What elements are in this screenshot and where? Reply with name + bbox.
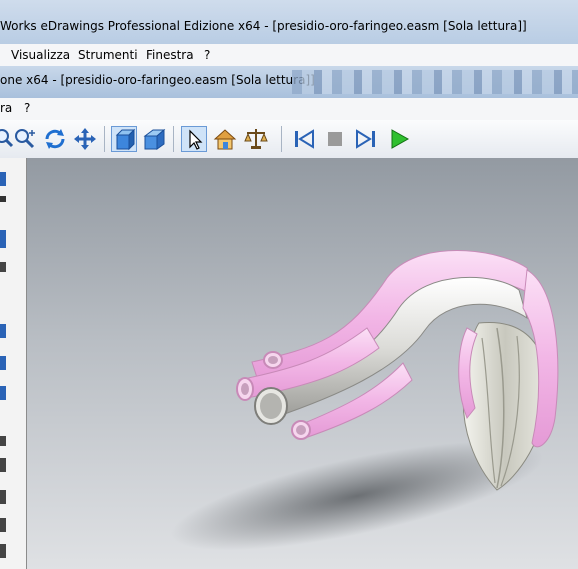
left-tool-panel <box>0 158 27 569</box>
model-viewport[interactable] <box>27 158 578 569</box>
panel-icon[interactable] <box>0 518 6 532</box>
window-title: Works eDrawings Professional Edizione x6… <box>0 19 527 33</box>
first-frame-icon[interactable] <box>291 126 317 152</box>
panel-icon[interactable] <box>0 262 6 272</box>
panel-icon[interactable] <box>0 230 6 248</box>
main-menu-bar: Visualizza Strumenti Finestra ? <box>0 44 578 67</box>
panel-icon[interactable] <box>0 436 6 446</box>
measure-icon[interactable] <box>243 126 269 152</box>
toolbar-separator <box>104 126 105 152</box>
document-title-bar: one x64 - [presidio-oro-faringeo.easm [S… <box>0 66 578 98</box>
window-title-bar: Works eDrawings Professional Edizione x6… <box>0 0 578 44</box>
menu-help[interactable]: ? <box>204 48 210 62</box>
menu-finestra[interactable]: Finestra <box>146 48 194 62</box>
blurred-toolbar-strip <box>292 70 578 94</box>
panel-icon[interactable] <box>0 172 6 186</box>
menu-visualizza[interactable]: Visualizza <box>11 48 70 62</box>
menu-doc-help[interactable]: ? <box>24 101 30 115</box>
panel-icon[interactable] <box>0 324 6 338</box>
panel-icon[interactable] <box>0 458 6 472</box>
3d-model[interactable] <box>27 158 578 569</box>
document-menu-bar: ra ? <box>0 98 578 121</box>
panel-icon[interactable] <box>0 356 6 370</box>
menu-strumenti[interactable]: Strumenti <box>78 48 138 62</box>
panel-icon[interactable] <box>0 490 6 504</box>
perspective-icon[interactable] <box>141 126 167 152</box>
panel-icon[interactable] <box>0 386 6 400</box>
home-view-icon[interactable] <box>212 126 238 152</box>
document-title: one x64 - [presidio-oro-faringeo.easm [S… <box>0 73 315 87</box>
shaded-view-icon[interactable] <box>111 126 137 152</box>
pan-icon[interactable] <box>72 126 98 152</box>
last-frame-icon[interactable] <box>353 126 379 152</box>
toolbar-separator <box>173 126 174 152</box>
stop-icon[interactable] <box>322 126 348 152</box>
menu-ra[interactable]: ra <box>0 101 12 115</box>
panel-icon[interactable] <box>0 196 6 202</box>
select-arrow-icon[interactable] <box>181 126 207 152</box>
play-icon[interactable] <box>386 126 412 152</box>
zoom-icon[interactable] <box>12 126 38 152</box>
toolbar-separator <box>281 126 282 152</box>
toolbar <box>0 120 578 159</box>
panel-icon[interactable] <box>0 544 6 558</box>
rotate-icon[interactable] <box>42 126 68 152</box>
